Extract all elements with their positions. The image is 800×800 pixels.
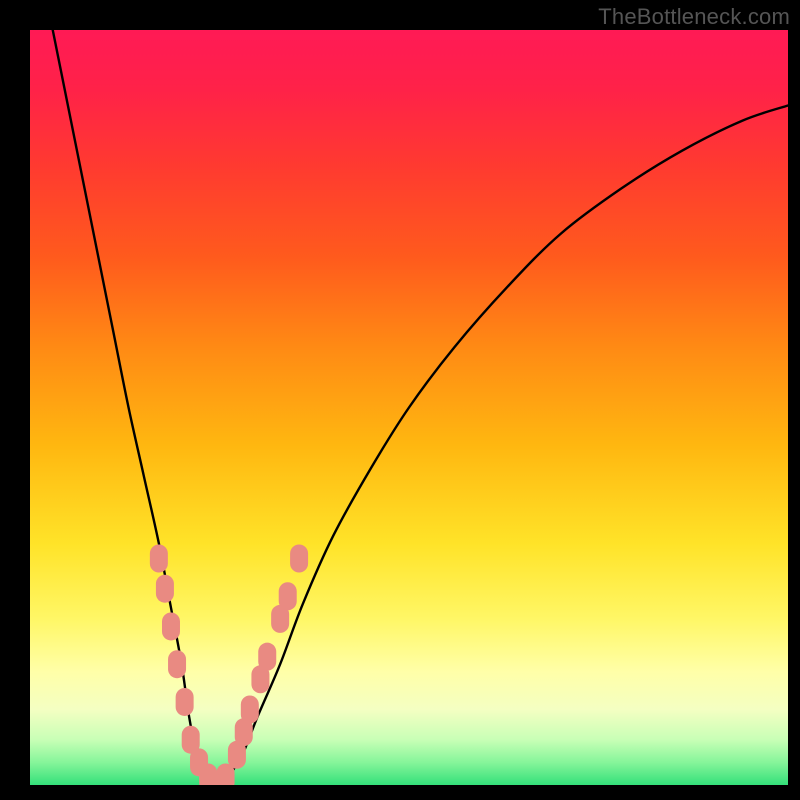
- sample-marker: [156, 575, 174, 603]
- sample-marker: [258, 643, 276, 671]
- sample-marker: [162, 612, 180, 640]
- sample-markers: [150, 545, 308, 786]
- plot-area: [30, 30, 788, 785]
- chart-frame: TheBottleneck.com: [0, 0, 800, 800]
- sample-marker: [290, 545, 308, 573]
- sample-marker: [168, 650, 186, 678]
- sample-marker: [150, 545, 168, 573]
- sample-marker: [279, 582, 297, 610]
- sample-marker: [176, 688, 194, 716]
- sample-marker: [241, 696, 259, 724]
- bottleneck-curve: [53, 30, 788, 785]
- curve-layer: [30, 30, 788, 785]
- attribution-label: TheBottleneck.com: [598, 4, 790, 30]
